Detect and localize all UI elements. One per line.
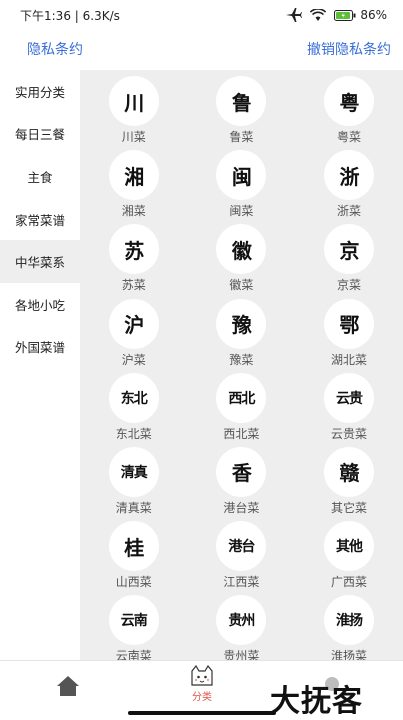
cuisine-item[interactable]: 赣其它菜 [295, 446, 403, 521]
cuisine-calligraphy-icon: 沪 [108, 298, 159, 349]
watermark: 大抚客 [270, 684, 363, 719]
cuisine-calligraphy-icon: 粤 [323, 76, 374, 126]
cuisine-label: 云贵菜 [330, 426, 367, 441]
sidebar-item[interactable]: 各地小吃 [0, 283, 80, 326]
sidebar-item[interactable]: 中华菜系 [0, 240, 80, 283]
cuisine-label: 川菜 [121, 130, 146, 144]
cuisine-item[interactable]: 浙浙菜 [295, 150, 403, 224]
sidebar-item[interactable]: 主食 [0, 155, 80, 198]
cuisine-item[interactable]: 其他 广西菜 [295, 521, 403, 595]
top-bar: 隐私条约 撤销隐私条约 [0, 30, 403, 68]
cuisine-calligraphy-icon: 赣 [323, 446, 374, 497]
cuisine-label: 沪菜 [121, 352, 146, 367]
cuisine-calligraphy-icon: 京 [323, 224, 374, 275]
battery-status: 86% [334, 8, 387, 22]
cuisine-calligraphy-icon: 东北 [108, 372, 159, 423]
cuisine-item[interactable]: 鲁鲁菜 [188, 76, 296, 150]
cuisine-item[interactable]: 鄂湖北菜 [295, 298, 403, 373]
sidebar-item[interactable]: 每日三餐 [0, 113, 80, 156]
sidebar-item[interactable]: 外国菜谱 [0, 326, 80, 369]
cuisine-item[interactable]: 云贵 云贵菜 [295, 372, 403, 447]
cuisine-calligraphy-icon: 云南 [108, 595, 159, 646]
cuisine-calligraphy-icon: 贵州 [216, 595, 267, 646]
cuisine-label: 京菜 [336, 278, 361, 293]
cuisine-calligraphy-icon: 湘 [108, 150, 159, 201]
cuisine-item[interactable]: 港台 江西菜 [188, 521, 296, 595]
cuisine-calligraphy-icon: 西北 [216, 372, 267, 423]
cuisine-label: 东北菜 [115, 426, 152, 441]
cuisine-label: 其它菜 [330, 500, 367, 515]
cuisine-item[interactable]: 桂山西菜 [80, 521, 188, 595]
cuisine-calligraphy-icon: 香 [216, 446, 267, 497]
cuisine-label: 粤菜 [336, 130, 361, 144]
cuisine-label: 江西菜 [223, 575, 260, 590]
cuisine-calligraphy-icon: 豫 [216, 298, 267, 349]
cuisine-label: 徽菜 [229, 278, 254, 293]
cuisine-grid: 川川菜鲁鲁菜粤粤菜湘湘菜闽闽菜浙浙菜苏苏菜徽徽菜京京菜沪沪菜豫豫菜鄂湖北菜 东北东… [80, 76, 403, 660]
cuisine-item[interactable]: 清真 清真菜 [80, 446, 188, 521]
cuisine-grid-panel[interactable]: 川川菜鲁鲁菜粤粤菜湘湘菜闽闽菜浙浙菜苏苏菜徽徽菜京京菜沪沪菜豫豫菜鄂湖北菜 东北东… [80, 70, 403, 660]
status-bar: 下午1:36 | 6.3K/s 86% [0, 0, 403, 30]
sidebar-item[interactable]: 家常菜谱 [0, 198, 80, 241]
cuisine-calligraphy-icon: 徽 [216, 224, 267, 275]
cuisine-label: 湖北菜 [330, 352, 367, 367]
home-icon[interactable] [56, 675, 80, 697]
cuisine-calligraphy-icon: 港台 [216, 521, 267, 572]
cuisine-calligraphy-icon: 其他 [323, 521, 374, 572]
cuisine-label: 港台菜 [223, 500, 260, 515]
airplane-icon [286, 8, 303, 22]
status-time: 下午1:36 | 6.3K/s [20, 8, 120, 23]
cuisine-item[interactable]: 沪沪菜 [80, 298, 188, 373]
cuisine-label: 西北菜 [223, 426, 260, 441]
cuisine-label: 广西菜 [330, 575, 367, 590]
cuisine-item[interactable]: 云南 云南菜 [80, 595, 188, 660]
cuisine-item[interactable]: 香港台菜 [188, 446, 296, 521]
cuisine-label: 鲁菜 [229, 130, 254, 144]
cuisine-calligraphy-icon: 苏 [108, 224, 159, 275]
category-sidebar: 实用分类 每日三餐 主食 家常菜谱 中华菜系 各地小吃 外国菜谱 [0, 70, 80, 660]
cuisine-calligraphy-icon: 桂 [108, 521, 159, 572]
cuisine-calligraphy-icon: 鄂 [323, 298, 374, 349]
cuisine-calligraphy-icon: 浙 [323, 150, 374, 201]
cuisine-item[interactable]: 粤粤菜 [295, 76, 403, 150]
home-indicator [128, 711, 276, 715]
cuisine-calligraphy-icon: 鲁 [216, 76, 267, 126]
privacy-policy-link[interactable]: 隐私条约 [27, 39, 83, 59]
cat-icon [191, 665, 213, 686]
revoke-privacy-link[interactable]: 撤销隐私条约 [307, 39, 391, 59]
cuisine-label: 湘菜 [121, 204, 146, 219]
cuisine-label: 贵州菜 [223, 649, 260, 660]
cuisine-item[interactable]: 贵州 贵州菜 [188, 595, 296, 660]
nav-tab-category-label: 分类 [192, 692, 212, 703]
cuisine-label: 山西菜 [115, 575, 152, 590]
wifi-icon [310, 9, 327, 21]
cuisine-label: 苏菜 [121, 278, 146, 293]
cuisine-item[interactable]: 豫豫菜 [188, 298, 296, 373]
sidebar-item[interactable]: 实用分类 [0, 70, 80, 113]
cuisine-item[interactable]: 湘湘菜 [80, 150, 188, 224]
cuisine-calligraphy-icon: 淮扬 [323, 595, 374, 646]
cuisine-item[interactable]: 淮扬 淮扬菜 [295, 595, 403, 660]
nav-tab-category[interactable]: 分类 [184, 665, 220, 703]
cuisine-item[interactable]: 闽闽菜 [188, 150, 296, 224]
cuisine-item[interactable]: 东北 东北菜 [80, 372, 188, 447]
cuisine-calligraphy-icon: 川 [108, 76, 159, 126]
cuisine-label: 浙菜 [336, 204, 361, 219]
cuisine-item[interactable]: 川川菜 [80, 76, 188, 150]
cuisine-label: 豫菜 [229, 352, 254, 367]
cuisine-calligraphy-icon: 清真 [108, 446, 159, 497]
cuisine-calligraphy-icon: 云贵 [323, 372, 374, 423]
status-icons: 86% [286, 8, 387, 22]
cuisine-label: 清真菜 [115, 500, 152, 515]
battery-icon [334, 9, 356, 21]
battery-level: 86% [360, 8, 387, 22]
cuisine-item[interactable]: 苏苏菜 [80, 224, 188, 298]
cuisine-item[interactable]: 徽徽菜 [188, 224, 296, 298]
cuisine-item[interactable]: 西北 西北菜 [188, 372, 296, 447]
cuisine-label: 云南菜 [115, 649, 152, 660]
cuisine-item[interactable]: 京京菜 [295, 224, 403, 298]
cuisine-label: 闽菜 [229, 204, 254, 219]
cuisine-label: 淮扬菜 [330, 649, 367, 660]
cuisine-calligraphy-icon: 闽 [216, 150, 267, 201]
